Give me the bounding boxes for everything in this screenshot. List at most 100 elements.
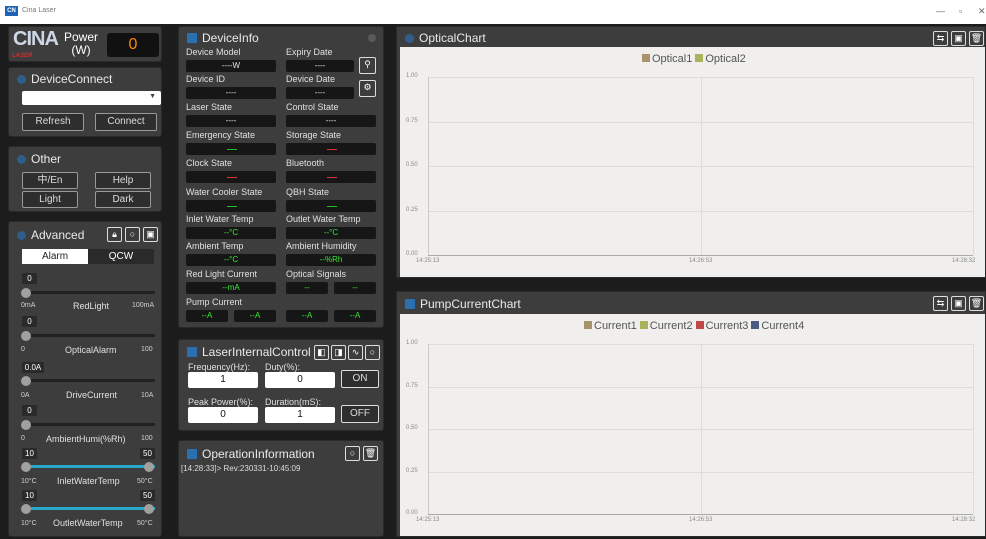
refresh-icon[interactable]: ○ (345, 446, 360, 461)
optical-chart-y-axis (428, 77, 429, 255)
ambienthumi-slider-track[interactable] (22, 423, 155, 426)
settings-icon (17, 155, 26, 164)
qbh-state-indicator (286, 200, 376, 212)
connect-button[interactable]: Connect (95, 113, 157, 131)
pump-current-chart-legend-swatch[interactable] (695, 321, 704, 329)
outletwatertemp-high-handle[interactable] (144, 504, 154, 514)
tab-alarm[interactable]: Alarm (22, 249, 88, 264)
key-icon[interactable]: ⚲ (359, 57, 376, 74)
lock-icon[interactable]: 🔒︎ (107, 227, 122, 242)
inletwatertemp-low-handle[interactable] (21, 462, 31, 472)
dark-theme-button[interactable]: Dark (95, 191, 151, 208)
pump-current-4-value: --A (334, 310, 376, 322)
device-connect-panel: DeviceConnect ▼ Refresh Connect (8, 67, 162, 137)
peak-power-input[interactable]: 0 (188, 407, 258, 423)
water-cooler-state-indicator (186, 200, 276, 212)
light-theme-button[interactable]: Light (22, 191, 78, 208)
pump-current-chart-legend-swatch[interactable] (584, 321, 592, 329)
maximize-button[interactable]: ▫ (959, 6, 962, 16)
pump-current-chart-legend-label[interactable]: Current2 (650, 320, 693, 332)
outletwatertemp-slider-track[interactable] (22, 507, 155, 510)
outletwatertemp-low-handle[interactable] (21, 504, 31, 514)
internal-mode-icon[interactable]: ◧ (314, 345, 329, 360)
inletwatertemp-slider-track[interactable] (22, 465, 155, 468)
duty-label: Duty(%): (265, 362, 301, 372)
optical-chart-y-tick-label: 0.50 (406, 162, 418, 168)
pump-current-chart-panel: PumpCurrentChart ⇆ ▣ 🗑︎ Current1 Current2… (396, 291, 986, 537)
redlight-slider-track[interactable] (22, 291, 155, 294)
duration-input[interactable]: 1 (265, 407, 335, 423)
swap-icon[interactable]: ⇆ (933, 296, 948, 311)
port-select[interactable]: ▼ (22, 91, 161, 105)
tab-qcw[interactable]: QCW (88, 249, 154, 264)
pump-current-1-value: --A (186, 310, 228, 322)
frequency-input[interactable]: 1 (188, 372, 258, 388)
pump-current-chart-plot[interactable]: Current1 Current2 Current3 Current4 0.00 0.25… (400, 314, 985, 536)
power-label-line2: (W) (71, 43, 91, 57)
redlight-slider-handle[interactable] (21, 288, 31, 298)
pump-current-chart-y-tick-label: 0.75 (406, 382, 418, 389)
advanced-icon (17, 231, 26, 240)
pump-current-chart-x-tick-label: 14:26:53 (689, 517, 713, 523)
laser-state-label: Laser State (186, 102, 233, 112)
help-button[interactable]: Help (95, 172, 151, 189)
optical-chart-legend-swatch[interactable] (695, 54, 704, 62)
opticalalarm-slider-track[interactable] (22, 334, 155, 337)
expiry-date-label: Expiry Date (286, 47, 333, 57)
ambient-humidity-label: Ambient Humidity (286, 241, 357, 251)
duty-input[interactable]: 0 (265, 372, 335, 388)
drivecurrent-slider-handle[interactable] (21, 376, 31, 386)
save-icon[interactable]: ▣ (143, 227, 158, 242)
laser-off-button[interactable]: OFF (341, 405, 379, 423)
pump-current-chart-x-tick-label: 14:28:32 (952, 517, 976, 523)
optical-signal-2-value: -- (334, 282, 376, 294)
optical-signal-1-value: -- (286, 282, 328, 294)
pump-current-chart-legend-label[interactable]: Current4 (761, 320, 804, 332)
save-icon[interactable]: ▣ (951, 296, 966, 311)
trash-icon[interactable]: 🗑︎ (969, 31, 984, 46)
ambienthumi-label: AmbientHumi(%Rh) (46, 434, 126, 444)
sync-time-icon[interactable]: ⚙ (359, 80, 376, 97)
other-panel: Other 中/En Help Light Dark (8, 146, 162, 212)
waveform-icon[interactable]: ∿ (348, 345, 363, 360)
close-button[interactable]: ✕ (978, 6, 986, 17)
laser-internal-control-title: LaserInternalControl (187, 345, 311, 359)
refresh-button[interactable]: Refresh (22, 113, 84, 131)
device-date-value: ---- (286, 87, 354, 99)
optical-chart-legend-swatch[interactable] (642, 54, 650, 62)
redlight-label: RedLight (73, 301, 110, 311)
inletwatertemp-high-handle[interactable] (144, 462, 154, 472)
pump-current-chart-legend-label[interactable]: Current1 (594, 320, 637, 332)
trash-icon[interactable]: 🗑︎ (969, 296, 984, 311)
status-indicator (368, 34, 376, 42)
power-label: Power (W) (64, 31, 98, 57)
save-icon[interactable]: ▣ (951, 31, 966, 46)
water-cooler-state-label: Water Cooler State (186, 187, 263, 197)
opticalalarm-slider-handle[interactable] (21, 331, 31, 341)
pump-current-chart-legend-swatch[interactable] (639, 321, 648, 329)
optical-chart-plot[interactable]: Optical1 Optical2 0.00 0.25 0.50 0.75 1.00 14:2… (400, 47, 985, 277)
drivecurrent-slider-track[interactable] (22, 379, 155, 382)
optical-chart-title: OpticalChart (405, 31, 486, 45)
laser-state-value: ---- (186, 115, 276, 127)
pump-current-chart-y-tick-label: 1.00 (406, 340, 418, 346)
refresh-icon[interactable]: ○ (365, 345, 380, 360)
other-title: Other (17, 152, 61, 166)
trash-icon[interactable]: 🗑︎ (363, 446, 378, 461)
external-mode-icon[interactable]: ◨ (331, 345, 346, 360)
pump-current-chart-legend-swatch[interactable] (751, 321, 760, 329)
swap-icon[interactable]: ⇆ (933, 31, 948, 46)
optical-chart-legend-label[interactable]: Optical2 (705, 53, 745, 65)
pump-current-chart-legend-label[interactable]: Current3 (706, 320, 749, 332)
laser-on-button[interactable]: ON (341, 370, 379, 388)
minimize-button[interactable]: — (936, 6, 945, 16)
device-connect-title: DeviceConnect (17, 72, 112, 86)
optical-chart-legend-label[interactable]: Optical1 (652, 53, 692, 65)
ambient-temp-label: Ambient Temp (186, 241, 244, 251)
language-button[interactable]: 中/En (22, 172, 78, 189)
ambienthumi-slider-handle[interactable] (21, 420, 31, 430)
other-title-text: Other (31, 152, 62, 166)
window-title: Cina Laser (22, 7, 56, 14)
refresh-icon[interactable]: ○ (125, 227, 140, 242)
inletwatertemp-high-value: 50 (140, 448, 155, 459)
